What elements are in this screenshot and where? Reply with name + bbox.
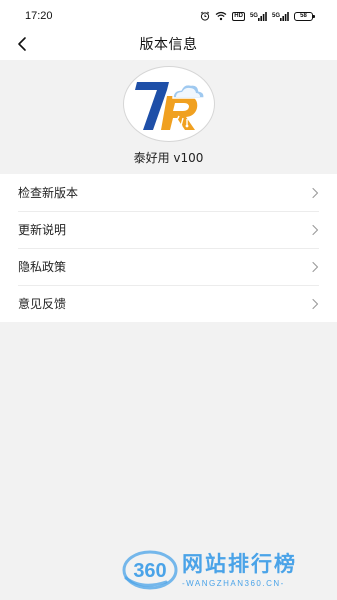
chevron-right-icon	[311, 261, 319, 273]
menu-list: 检查新版本 更新说明 隐私政策 意见反馈	[0, 174, 337, 322]
header-area: 17:20 HD 5G 5G 58 版本信息	[0, 0, 337, 60]
wifi-icon	[215, 11, 227, 21]
signal-icon: 5G	[249, 11, 267, 21]
hd-icon: HD	[232, 11, 245, 21]
chevron-right-icon	[311, 224, 319, 236]
menu-item-label: 意见反馈	[18, 297, 67, 311]
menu-item-label: 隐私政策	[18, 260, 67, 274]
app-logo	[122, 66, 215, 142]
signal-icon: 5G	[271, 11, 289, 21]
network-type-label: 5G	[249, 13, 258, 19]
privacy-policy-item[interactable]: 隐私政策	[0, 248, 337, 285]
status-bar: 17:20 HD 5G 5G 58	[0, 0, 337, 32]
tr-cloud-logo	[134, 82, 205, 130]
watermark-title: 网站排行榜	[182, 552, 297, 576]
chevron-right-icon	[311, 187, 319, 199]
status-time: 17:20	[25, 10, 53, 22]
network-type-label: 5G	[271, 13, 280, 19]
watermark-text: 网站排行榜 -WANGZHAN360.CN-	[182, 552, 297, 588]
release-notes-item[interactable]: 更新说明	[0, 211, 337, 248]
check-update-item[interactable]: 检查新版本	[0, 174, 337, 211]
page-title: 版本信息	[139, 37, 198, 53]
watermark: 360 网站排行榜 -WANGZHAN360.CN-	[122, 548, 297, 592]
status-icons: HD 5G 5G 58	[200, 11, 315, 21]
nav-bar: 版本信息	[0, 32, 337, 56]
watermark-360-logo: 360	[122, 550, 178, 590]
menu-item-label: 检查新版本	[18, 186, 79, 200]
app-info-section: 泰好用 v100	[0, 60, 337, 174]
menu-item-label: 更新说明	[18, 223, 67, 237]
battery-level: 58	[300, 13, 307, 19]
battery-icon: 58	[294, 11, 315, 21]
watermark-logo-text: 360	[133, 560, 166, 582]
app-version: 泰好用 v100	[133, 151, 204, 165]
back-button[interactable]	[10, 32, 34, 56]
alarm-icon	[200, 11, 210, 21]
chevron-right-icon	[311, 298, 319, 310]
feedback-item[interactable]: 意见反馈	[0, 285, 337, 322]
chevron-left-icon	[18, 37, 26, 51]
watermark-subtitle: -WANGZHAN360.CN-	[182, 579, 285, 588]
